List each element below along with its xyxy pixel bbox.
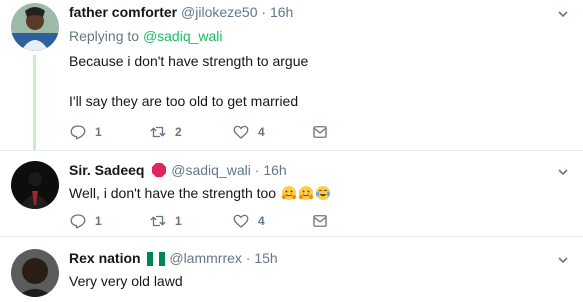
direct-message-button[interactable]: [311, 122, 337, 142]
retweet-button[interactable]: 2: [149, 122, 182, 142]
nigeria-flag-icon: [147, 252, 166, 270]
display-name[interactable]: Sir. Sadeeq: [69, 162, 144, 178]
tweet-header: father comforter @jilokeze50 · 16h: [69, 3, 293, 21]
display-name[interactable]: father comforter: [69, 4, 177, 20]
stop-sign-icon: [151, 162, 167, 182]
retweet-count: 2: [175, 125, 182, 139]
heart-icon: [233, 125, 249, 139]
handle[interactable]: @sadiq_wali: [171, 162, 251, 178]
reply-button[interactable]: 1: [69, 211, 102, 231]
timestamp[interactable]: 15h: [254, 250, 277, 266]
avatar[interactable]: [11, 161, 59, 209]
chevron-down-icon[interactable]: [557, 8, 569, 20]
reply-icon: [70, 125, 86, 140]
reply-button[interactable]: 1: [69, 122, 102, 142]
reply-count: 1: [95, 125, 102, 139]
handle[interactable]: @jilokeze50: [181, 4, 257, 20]
like-button[interactable]: 4: [232, 122, 265, 142]
tweet-text-line: I'll say they are too old to get married: [69, 93, 299, 109]
tears-of-joy-emoji-icon: [315, 185, 331, 201]
tweet-text-line: Very very old lawd: [69, 273, 183, 289]
thread-line: [33, 55, 36, 150]
like-button[interactable]: 4: [232, 211, 265, 231]
retweet-icon: [150, 215, 166, 227]
tweet-1[interactable]: father comforter @jilokeze50 · 16h Reply…: [0, 0, 583, 150]
display-name[interactable]: Rex nation: [69, 250, 141, 266]
tweet-header: Sir. Sadeeq @sadiq_wali · 16h: [69, 161, 287, 182]
tweet-text: Well, i don't have the strength too: [69, 184, 331, 202]
retweet-button[interactable]: 1: [149, 211, 182, 231]
tweet-text-line: Because i don't have strength to argue: [69, 53, 309, 69]
action-bar: 1 1 4: [69, 211, 339, 231]
avatar[interactable]: [11, 249, 59, 297]
retweet-count: 1: [175, 214, 182, 228]
like-count: 4: [258, 214, 265, 228]
replying-label: Replying to: [69, 28, 140, 44]
direct-message-button[interactable]: [311, 211, 337, 231]
tweet-2[interactable]: Sir. Sadeeq @sadiq_wali · 16h Well, i do…: [0, 151, 583, 235]
tweet-header: Rex nation @lammrrex · 15h: [69, 249, 278, 270]
timestamp[interactable]: 16h: [263, 162, 286, 178]
separator: ·: [245, 250, 251, 266]
chevron-down-icon[interactable]: [557, 166, 569, 178]
tweet-3[interactable]: Rex nation @lammrrex · 15h Very very old…: [0, 237, 583, 302]
separator: ·: [254, 162, 260, 178]
separator: ·: [261, 4, 267, 20]
avatar[interactable]: [11, 3, 59, 51]
replying-handle-link[interactable]: @sadiq_wali: [143, 28, 223, 44]
reply-count: 1: [95, 214, 102, 228]
envelope-icon: [313, 215, 327, 227]
timestamp[interactable]: 16h: [270, 4, 293, 20]
like-count: 4: [258, 125, 265, 139]
action-bar: 1 2 4: [69, 122, 339, 142]
replying-to: Replying to @sadiq_wali: [69, 27, 223, 45]
envelope-icon: [313, 126, 327, 138]
hugging-face-emoji-icon: [281, 185, 297, 201]
handle[interactable]: @lammrrex: [169, 250, 242, 266]
tweet-text-body: Well, i don't have the strength too: [69, 185, 277, 201]
chevron-down-icon[interactable]: [557, 254, 569, 266]
reply-icon: [70, 214, 86, 229]
hugging-face-emoji-icon: [298, 185, 314, 201]
retweet-icon: [150, 126, 166, 138]
heart-icon: [233, 214, 249, 228]
